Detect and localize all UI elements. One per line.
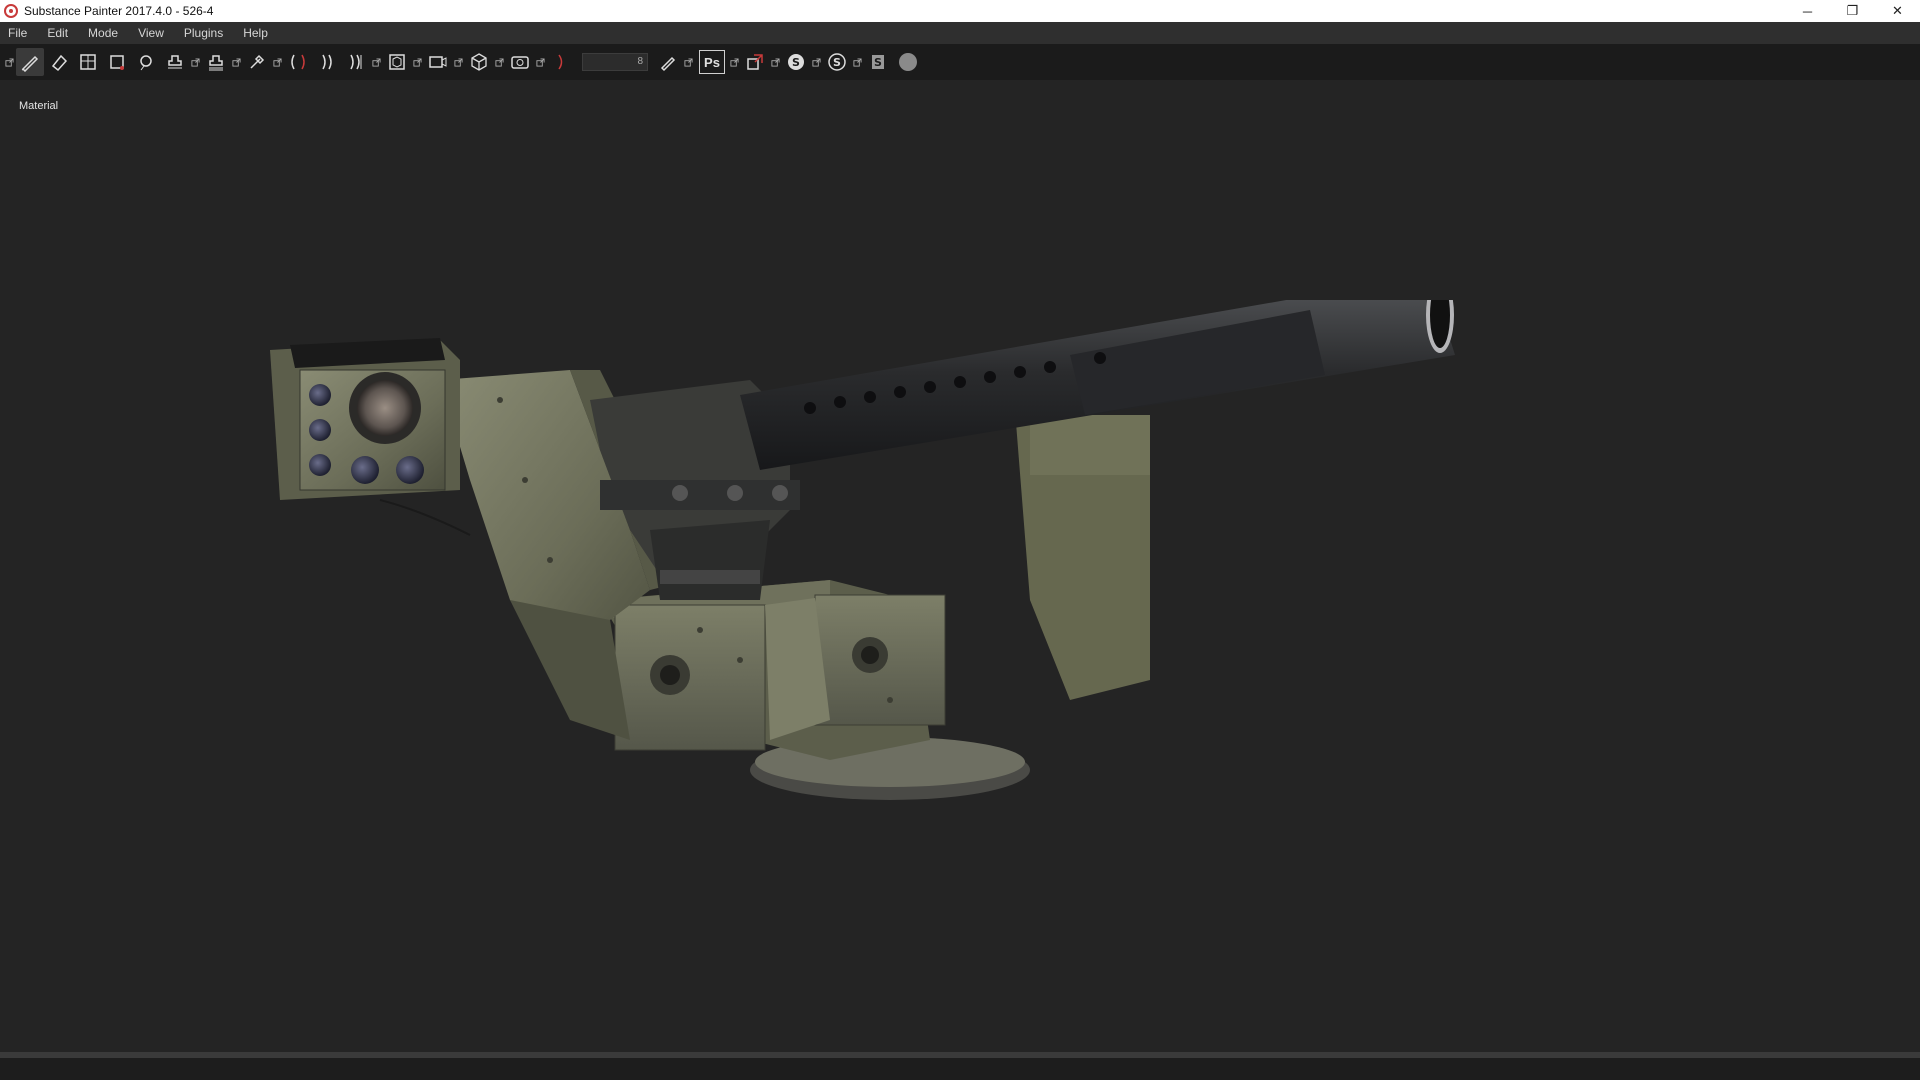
paint-brush-icon[interactable] — [16, 48, 44, 76]
popout-icon[interactable] — [494, 57, 504, 67]
window-title: Substance Painter 2017.4.0 - 526-4 — [24, 4, 214, 18]
popout-icon[interactable] — [272, 57, 282, 67]
weapon-turret-model[interactable] — [270, 300, 1770, 950]
clone-icon[interactable] — [161, 48, 189, 76]
pen-pressure-icon[interactable] — [654, 48, 682, 76]
window-controls: ─ ❐ ✕ — [1785, 0, 1920, 22]
photoshop-export-button[interactable]: Ps — [699, 50, 725, 74]
substance-logo-icon[interactable]: S — [864, 48, 892, 76]
screenshot-icon[interactable] — [506, 48, 534, 76]
menu-edit[interactable]: Edit — [47, 26, 68, 40]
projection-icon[interactable] — [74, 48, 102, 76]
popout-icon[interactable] — [683, 57, 693, 67]
tool-bar: 8 Ps S S S — [0, 44, 1920, 80]
symmetry-radial-icon[interactable] — [342, 48, 370, 76]
substance-source-icon[interactable]: S — [823, 48, 851, 76]
popout-icon[interactable] — [4, 57, 14, 67]
symmetry-icon[interactable] — [284, 48, 312, 76]
menu-plugins[interactable]: Plugins — [184, 26, 223, 40]
minimize-button[interactable]: ─ — [1785, 0, 1830, 22]
eraser-icon[interactable] — [45, 48, 73, 76]
symmetry-mirror-icon[interactable] — [313, 48, 341, 76]
polygon-fill-icon[interactable] — [103, 48, 131, 76]
popout-icon[interactable] — [231, 57, 241, 67]
popout-icon[interactable] — [770, 57, 780, 67]
slider-value: 8 — [637, 56, 643, 67]
bracket-icon[interactable] — [547, 48, 575, 76]
smudge-icon[interactable] — [132, 48, 160, 76]
popout-icon[interactable] — [453, 57, 463, 67]
title-bar: Substance Painter 2017.4.0 - 526-4 ─ ❐ ✕ — [0, 0, 1920, 22]
color-picker-icon[interactable] — [243, 48, 271, 76]
popout-icon[interactable] — [371, 57, 381, 67]
substance-painter-logo-icon — [4, 4, 18, 18]
3d-view-icon[interactable] — [465, 48, 493, 76]
brush-size-slider[interactable]: 8 — [582, 53, 648, 71]
menu-file[interactable]: File — [8, 26, 27, 40]
substance-share-icon[interactable]: S — [782, 48, 810, 76]
svg-text:S: S — [833, 56, 841, 69]
menu-mode[interactable]: Mode — [88, 26, 118, 40]
status-bar — [0, 1052, 1920, 1080]
menu-view[interactable]: View — [138, 26, 164, 40]
popout-icon[interactable] — [811, 57, 821, 67]
3d-viewport[interactable]: Material — [0, 80, 1920, 1052]
popout-icon[interactable] — [190, 57, 200, 67]
menu-bar: File Edit Mode View Plugins Help — [0, 22, 1920, 44]
popout-icon[interactable] — [852, 57, 862, 67]
viewport-camera-icon[interactable] — [424, 48, 452, 76]
2d-view-icon[interactable] — [383, 48, 411, 76]
menu-help[interactable]: Help — [243, 26, 268, 40]
svg-text:S: S — [874, 56, 882, 69]
bake-icon[interactable] — [202, 48, 230, 76]
popout-icon[interactable] — [729, 57, 739, 67]
restore-button[interactable]: ❐ — [1830, 0, 1875, 22]
popout-icon[interactable] — [535, 57, 545, 67]
render-mode-button[interactable] — [899, 53, 917, 71]
send-to-icon[interactable] — [741, 48, 769, 76]
viewport-channel-label: Material — [19, 100, 59, 112]
popout-icon[interactable] — [412, 57, 422, 67]
close-button[interactable]: ✕ — [1875, 0, 1920, 22]
svg-text:S: S — [792, 56, 800, 69]
